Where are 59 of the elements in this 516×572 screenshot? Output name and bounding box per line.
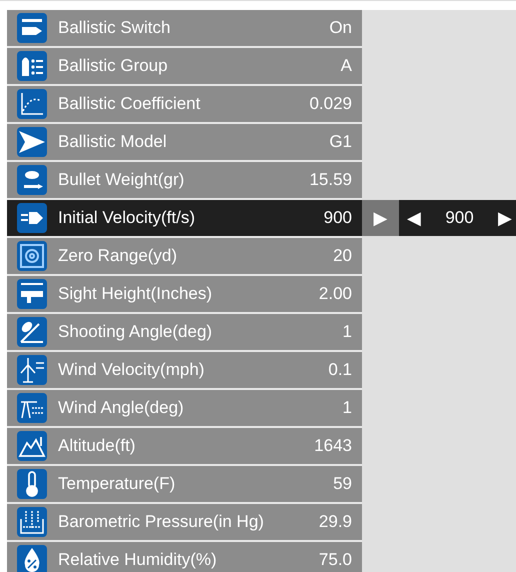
wind-turbine-icon [17, 355, 47, 385]
setting-value: G1 [329, 132, 352, 152]
trajectory-chart-icon [17, 89, 47, 119]
wind-icon [17, 393, 47, 423]
setting-label: Relative Humidity(%) [58, 550, 218, 570]
setting-value: 15.59 [309, 170, 352, 190]
setting-label: Wind Velocity(mph) [58, 360, 206, 380]
settings-row[interactable]: Sight Height(Inches) 2.00 [7, 276, 362, 312]
settings-row[interactable]: Zero Range(yd) 20 [7, 238, 362, 274]
thermometer-icon [17, 469, 47, 499]
settings-row[interactable]: Barometric Pressure(in Hg) 29.9 [7, 504, 362, 540]
settings-row[interactable]: Ballistic Switch On [7, 10, 362, 46]
setting-label: Ballistic Switch [58, 18, 172, 38]
setting-label: Ballistic Coefficient [58, 94, 202, 114]
setting-label: Temperature(F) [58, 474, 176, 494]
settings-row[interactable]: Ballistic Model G1 [7, 124, 362, 160]
settings-row[interactable]: Initial Velocity(ft/s) 900 [7, 200, 362, 236]
setting-value: 20 [333, 246, 352, 266]
setting-value: 900 [324, 208, 352, 228]
droplet-icon [17, 545, 47, 572]
setting-value: 1643 [314, 436, 352, 456]
setting-label: Shooting Angle(deg) [58, 322, 214, 342]
setting-label: Ballistic Group [58, 56, 169, 76]
settings-row[interactable]: Shooting Angle(deg) 1 [7, 314, 362, 350]
settings-row[interactable]: Wind Velocity(mph) 0.1 [7, 352, 362, 388]
setting-label: Zero Range(yd) [58, 246, 178, 266]
setting-value: 75.0 [318, 550, 352, 570]
setting-label: Ballistic Model [58, 132, 168, 152]
setting-value: 1 [342, 322, 352, 342]
bullet-icon [17, 203, 47, 233]
list-icon [17, 51, 47, 81]
settings-row[interactable]: Relative Humidity(%) 75.0 [7, 542, 362, 572]
setting-value: 0.1 [328, 360, 352, 380]
decrease-button[interactable]: ◀ [407, 207, 421, 229]
setting-value: 59 [333, 474, 352, 494]
setting-value: A [340, 56, 352, 76]
setting-value: On [329, 18, 352, 38]
settings-row[interactable]: Bullet Weight(gr) 15.59 [7, 162, 362, 198]
setting-value: 0.029 [309, 94, 352, 114]
setting-label: Sight Height(Inches) [58, 284, 214, 304]
mountain-icon [17, 431, 47, 461]
setting-label: Barometric Pressure(in Hg) [58, 512, 265, 532]
settings-row[interactable]: Wind Angle(deg) 1 [7, 390, 362, 426]
setting-label: Wind Angle(deg) [58, 398, 185, 418]
editor-value: 900 [445, 208, 474, 228]
setting-value: 1 [342, 398, 352, 418]
settings-row[interactable]: Temperature(F) 59 [7, 466, 362, 502]
settings-row[interactable]: Ballistic Group A [7, 48, 362, 84]
bullet-icon [17, 13, 47, 43]
setting-value: 2.00 [318, 284, 352, 304]
angle-icon [17, 317, 47, 347]
target-icon [17, 241, 47, 271]
setting-value: 29.9 [318, 512, 352, 532]
increase-button[interactable]: ▶ [498, 207, 512, 229]
setting-label: Bullet Weight(gr) [58, 170, 186, 190]
settings-row[interactable]: Altitude(ft) 1643 [7, 428, 362, 464]
settings-row[interactable]: Ballistic Coefficient 0.029 [7, 86, 362, 122]
setting-label: Initial Velocity(ft/s) [58, 208, 196, 228]
setting-label: Altitude(ft) [58, 436, 136, 456]
